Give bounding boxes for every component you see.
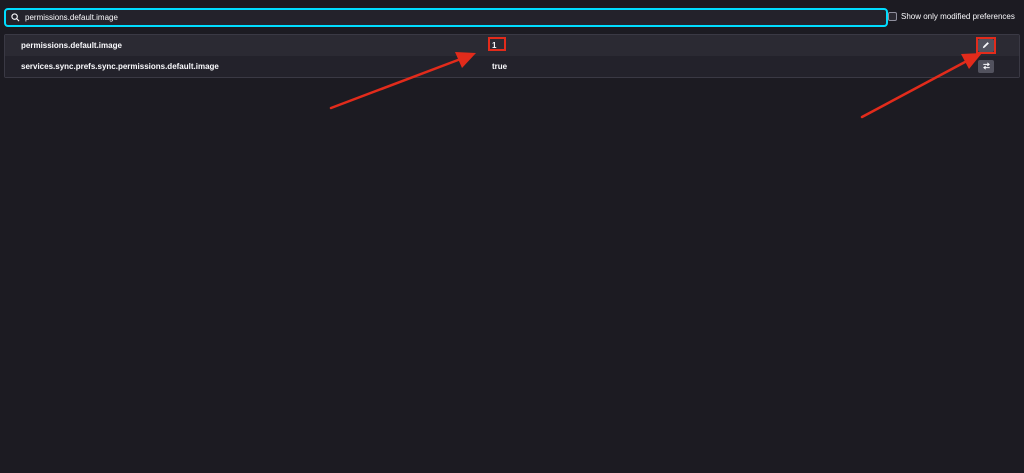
search-input[interactable] xyxy=(25,11,865,24)
value-highlight-box xyxy=(488,37,506,51)
pref-name: services.sync.prefs.sync.permissions.def… xyxy=(21,62,219,71)
pref-value[interactable]: true xyxy=(492,62,507,71)
about-config-page: Show only modified preferences permissio… xyxy=(0,0,1024,473)
show-modified-checkbox[interactable] xyxy=(888,12,897,21)
toggle-button[interactable] xyxy=(978,60,994,73)
table-row[interactable]: services.sync.prefs.sync.permissions.def… xyxy=(5,56,1019,77)
show-modified-toggle[interactable]: Show only modified preferences xyxy=(888,12,1015,21)
toggle-arrows-icon xyxy=(982,61,991,72)
pref-name: permissions.default.image xyxy=(21,41,122,50)
edit-highlight-box xyxy=(976,37,996,54)
preferences-table: permissions.default.image 1 services.syn… xyxy=(4,34,1020,78)
search-box[interactable] xyxy=(4,8,888,27)
search-icon xyxy=(10,12,21,23)
show-modified-label: Show only modified preferences xyxy=(901,12,1015,21)
table-row[interactable]: permissions.default.image 1 xyxy=(5,35,1019,56)
